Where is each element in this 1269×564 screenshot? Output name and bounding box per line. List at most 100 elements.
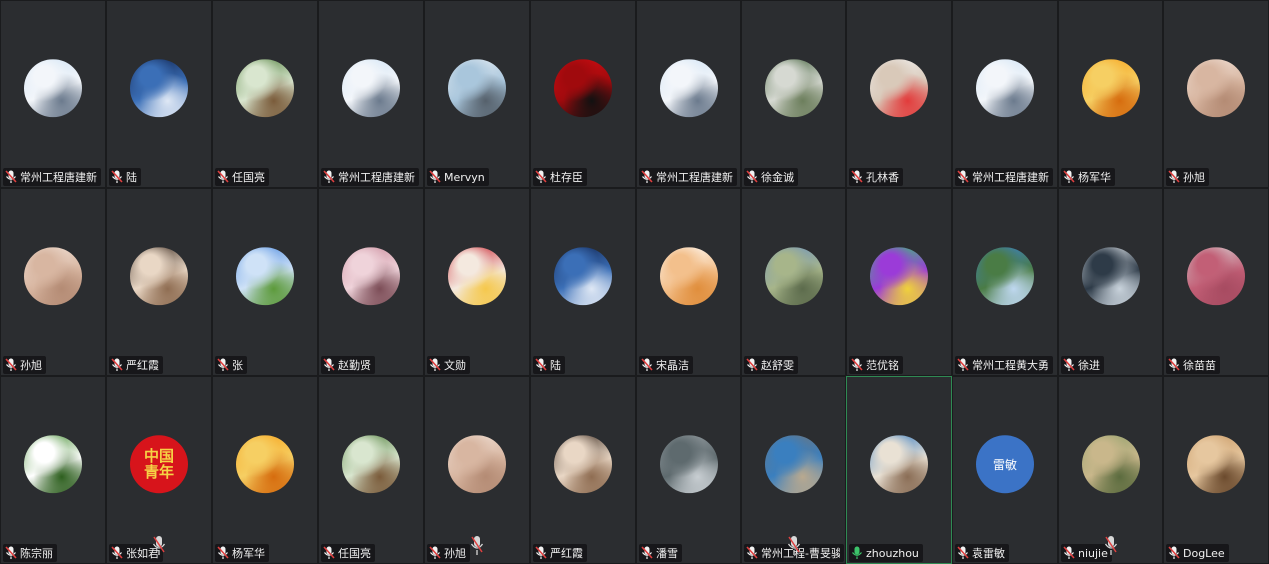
name-label: 潘雪 [639,544,682,562]
participant-tile[interactable]: 范优铭 [846,188,952,376]
mic-muted-icon [429,546,441,560]
mic-muted-icon [217,170,229,184]
participant-name: 范优铭 [866,359,899,372]
participant-tile[interactable]: 孙旭 [424,376,530,564]
participant-tile[interactable]: 严红霞 [530,376,636,564]
participant-name: zhouzhou [866,546,919,560]
participant-tile[interactable]: 常州工程黄大勇 [952,188,1058,376]
name-label: 孙旭 [1166,168,1209,186]
mic-muted-icon [217,546,229,560]
mic-muted-icon [217,358,229,372]
name-label: 严红霞 [533,544,587,562]
participant-tile[interactable]: niujie [1058,376,1163,564]
mic-active-icon [851,546,863,560]
participant-tile[interactable]: 陆 [106,0,212,188]
avatar [24,247,82,306]
speaking-mic-icon [152,535,166,557]
participant-tile[interactable]: 常州工程唐建新 [636,0,741,188]
avatar [1081,59,1140,118]
mic-muted-icon [1063,170,1075,184]
participant-tile[interactable]: 杜存臣 [530,0,636,188]
participant-tile[interactable]: 雷敏 袁雷敏 [952,376,1058,564]
participant-name: 陆 [550,359,561,372]
participant-tile[interactable]: 徐苗苗 [1163,188,1269,376]
name-label: 徐进 [1061,356,1104,374]
name-label: DogLee [1166,544,1229,562]
name-label: 任国亮 [215,168,269,186]
participant-tile[interactable]: 常州工程唐建新 [0,0,106,188]
participant-tile[interactable]: 潘雪 [636,376,741,564]
participant-tile[interactable]: 常州工程唐建新 [318,0,424,188]
participant-tile[interactable]: 赵勤贤 [318,188,424,376]
participant-tile[interactable]: 中国 青年 张如君 [106,376,212,564]
participant-name: 潘雪 [656,547,678,560]
participant-name: 常州工程唐建新 [972,171,1049,184]
participant-name: 常州工程黄大勇 [972,359,1049,372]
name-label: 宋晶洁 [639,356,693,374]
name-label: 严红霞 [109,356,163,374]
participant-tile[interactable]: 张 [212,188,318,376]
participant-tile[interactable]: zhouzhou [846,376,952,564]
participant-tile[interactable]: 赵舒雯 [741,188,846,376]
participant-name: 常州工程唐建新 [20,171,97,184]
avatar [24,59,82,118]
participant-tile[interactable]: 宋晶洁 [636,188,741,376]
avatar [659,435,718,494]
participant-name: DogLee [1183,546,1225,560]
participant-name: 袁雷敏 [972,547,1005,560]
name-label: 赵勤贤 [321,356,375,374]
participant-name: 徐进 [1078,359,1100,372]
name-label: 常州工程黄大勇 [955,356,1053,374]
avatar [554,435,612,494]
name-label: 孙旭 [427,544,470,562]
mic-muted-icon [851,358,863,372]
mic-muted-icon [111,546,123,560]
avatar [236,59,294,118]
participant-tile[interactable]: 常州工程-曹旻骏 [741,376,846,564]
name-label: 杜存臣 [533,168,587,186]
mic-muted-icon [535,358,547,372]
participant-tile[interactable]: 文勋 [424,188,530,376]
participant-tile[interactable]: 徐金诚 [741,0,846,188]
avatar [1187,59,1245,118]
participant-tile[interactable]: 任国亮 [318,376,424,564]
participant-tile[interactable]: 陈宗丽 [0,376,106,564]
mic-muted-icon [957,358,969,372]
mic-muted-icon [1063,358,1075,372]
mic-muted-icon [5,546,17,560]
participant-tile[interactable]: Mervyn [424,0,530,188]
participant-name: 任国亮 [232,171,265,184]
participant-tile[interactable]: 常州工程唐建新 [952,0,1058,188]
participant-name: 孙旭 [444,547,466,560]
participant-tile[interactable]: 严红霞 [106,188,212,376]
participant-tile[interactable]: DogLee [1163,376,1269,564]
mic-muted-icon [535,546,547,560]
participant-tile[interactable]: 杨军华 [212,376,318,564]
participant-tile[interactable]: 徐进 [1058,188,1163,376]
speaking-mic-icon [470,535,484,557]
participant-tile[interactable]: 任国亮 [212,0,318,188]
participant-tile[interactable]: 孙旭 [0,188,106,376]
participant-name: 杜存臣 [550,171,583,184]
participant-tile[interactable]: 杨军华 [1058,0,1163,188]
mic-muted-icon [323,546,335,560]
mic-muted-icon [641,358,653,372]
name-label: 袁雷敏 [955,544,1009,562]
participant-tile[interactable]: 陆 [530,188,636,376]
mic-muted-icon [1063,546,1075,560]
name-label: 杨军华 [215,544,269,562]
avatar [448,59,506,118]
mic-muted-icon [746,170,758,184]
participant-name: 陆 [126,171,137,184]
mic-muted-icon [111,358,123,372]
mic-muted-icon [746,546,758,560]
mic-muted-icon [1168,358,1180,372]
participant-tile[interactable]: 孙旭 [1163,0,1269,188]
participant-tile[interactable]: 孔林香 [846,0,952,188]
mic-muted-icon [1168,546,1180,560]
avatar [1187,247,1245,306]
avatar [764,247,823,306]
participant-name: 杨军华 [1078,171,1111,184]
avatar [870,435,928,494]
avatar-text: 中国 青年 [143,447,174,482]
